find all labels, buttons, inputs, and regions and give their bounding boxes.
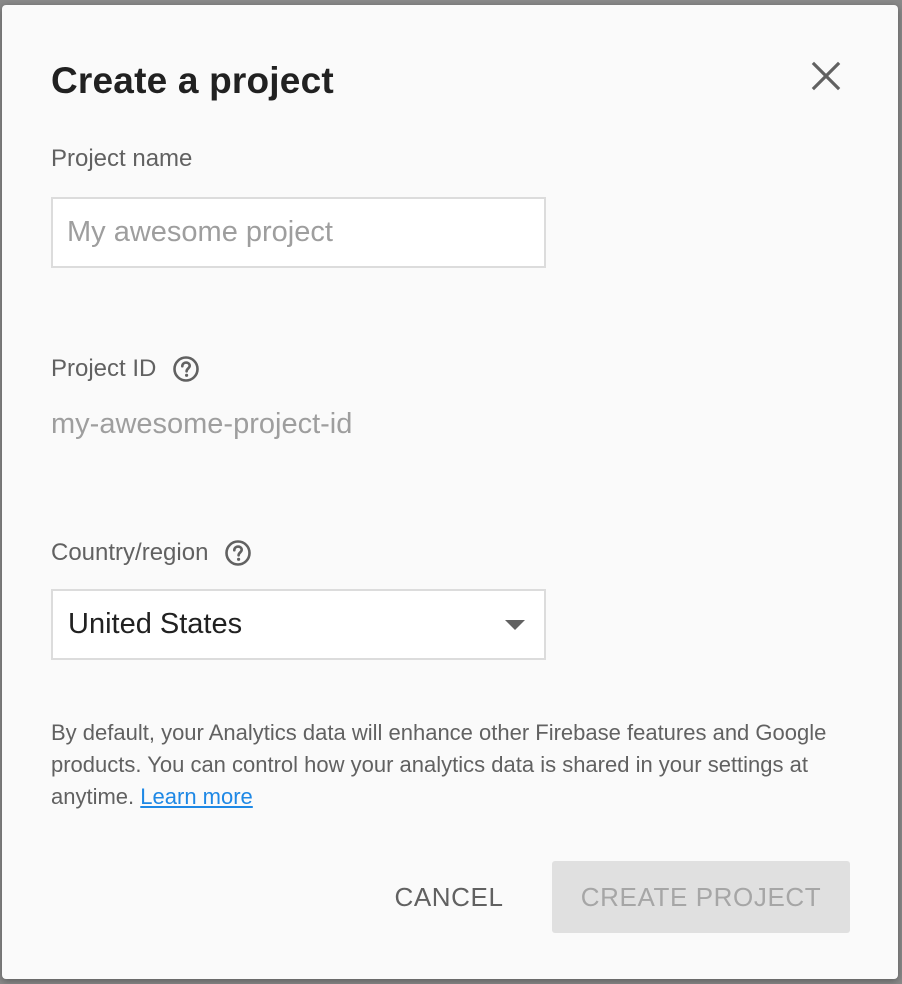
learn-more-link[interactable]: Learn more: [140, 784, 253, 809]
dropdown-arrow-icon: [505, 620, 525, 630]
analytics-disclaimer: By default, your Analytics data will enh…: [51, 717, 861, 813]
help-circle-icon[interactable]: [224, 539, 252, 567]
create-project-dialog: Create a project Project name Project ID…: [2, 5, 898, 979]
country-region-label: Country/region: [51, 539, 252, 567]
create-project-button[interactable]: CREATE PROJECT: [552, 861, 850, 933]
close-icon: [806, 56, 846, 96]
project-id-label: Project ID: [51, 355, 200, 383]
project-name-input[interactable]: [51, 197, 546, 268]
project-id-value: my-awesome-project-id: [51, 408, 353, 440]
country-selected-value: United States: [68, 608, 243, 640]
help-circle-icon[interactable]: [172, 355, 200, 383]
project-name-label: Project name: [51, 145, 192, 173]
cancel-button[interactable]: CANCEL: [374, 861, 524, 933]
project-name-label-text: Project name: [51, 145, 193, 172]
project-id-label-text: Project ID: [51, 355, 157, 382]
country-region-label-text: Country/region: [51, 539, 209, 566]
country-region-select[interactable]: United States: [51, 589, 546, 660]
dialog-title: Create a project: [51, 60, 334, 101]
close-button[interactable]: [806, 56, 846, 96]
